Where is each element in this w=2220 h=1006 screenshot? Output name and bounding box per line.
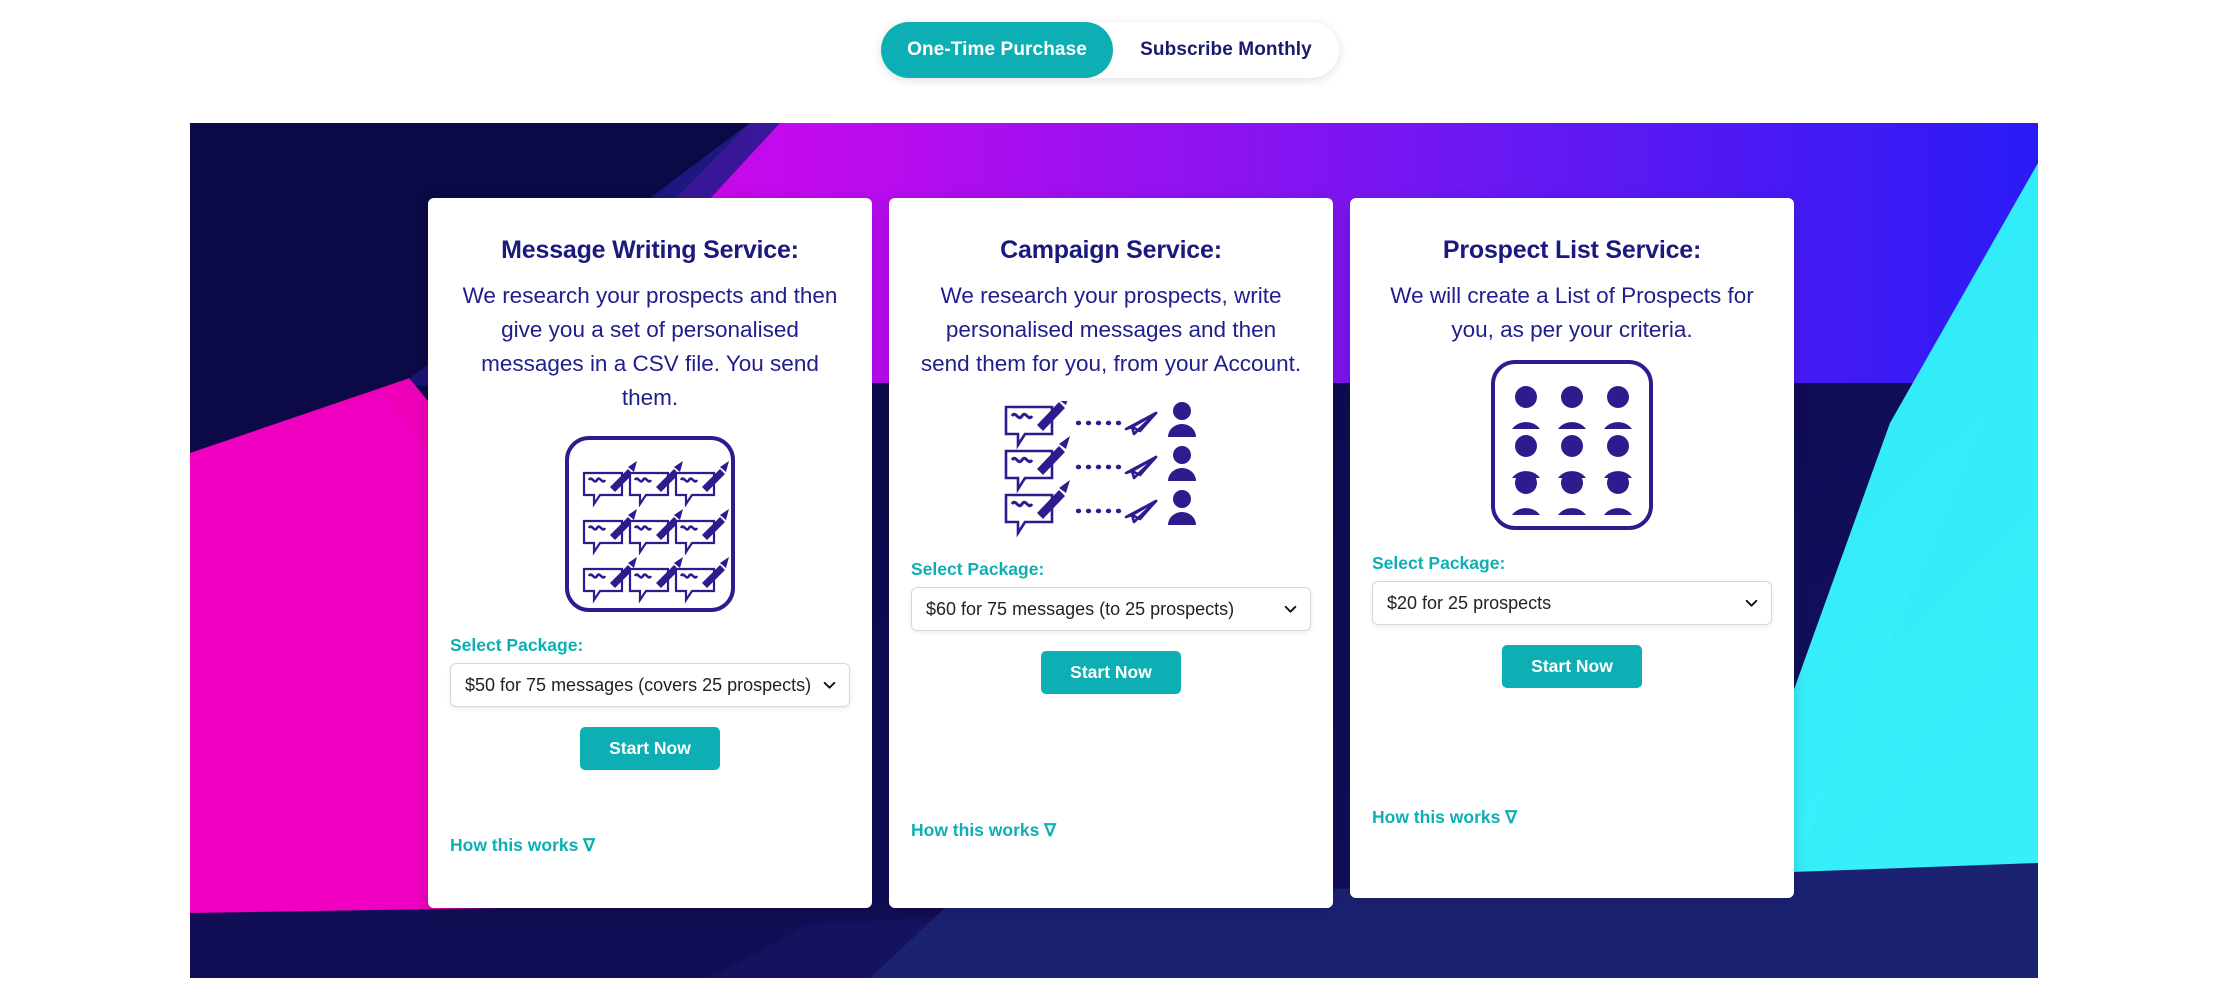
start-now-row: Start Now [450, 727, 850, 770]
card-description: We will create a List of Prospects for y… [1390, 283, 1754, 342]
card-title: Message Writing Service: [501, 236, 799, 264]
tab-subscribe-monthly[interactable]: Subscribe Monthly [1113, 22, 1339, 78]
card-message-writing-service: Message Writing Service: We research you… [428, 198, 872, 908]
card-prospect-list-service: Prospect List Service: We will create a … [1350, 198, 1794, 898]
package-field: Select Package: $20 for 25 prospects [1372, 553, 1772, 625]
card-description: We research your prospects, write person… [920, 283, 1302, 376]
select-package-label: Select Package: [911, 559, 1045, 579]
chevron-down-icon [1745, 599, 1758, 607]
message-grid-icon [450, 435, 850, 617]
chevron-down-icon [823, 681, 836, 689]
start-now-row: Start Now [1372, 645, 1772, 688]
package-select[interactable]: $20 for 25 prospects [1372, 581, 1772, 625]
card-title: Prospect List Service: [1442, 236, 1702, 264]
start-now-row: Start Now [911, 651, 1311, 694]
person-grid-icon [1372, 359, 1772, 535]
package-select[interactable]: $60 for 75 messages (to 25 prospects) [911, 587, 1311, 631]
package-field: Select Package: $50 for 75 messages (cov… [450, 635, 850, 707]
package-select[interactable]: $50 for 75 messages (covers 25 prospects… [450, 663, 850, 707]
package-select-value: $50 for 75 messages (covers 25 prospects… [465, 674, 812, 695]
how-this-works-link[interactable]: How this works ∇ [1372, 807, 1517, 828]
start-now-button[interactable]: Start Now [1502, 645, 1642, 688]
card-campaign-service: Campaign Service: We research your prosp… [889, 198, 1333, 908]
message-grid-icon-svg [565, 436, 735, 612]
message-send-person-icon-svg [1004, 401, 1196, 538]
tab-one-time-purchase[interactable]: One-Time Purchase [881, 22, 1113, 78]
start-now-button[interactable]: Start Now [580, 727, 720, 770]
package-field: Select Package: $60 for 75 messages (to … [911, 559, 1311, 631]
how-this-works-link[interactable]: How this works ∇ [911, 820, 1056, 841]
package-select-value: $60 for 75 messages (to 25 prospects) [926, 598, 1235, 619]
select-package-label: Select Package: [1372, 553, 1506, 573]
select-package-label: Select Package: [450, 635, 584, 655]
card-description: We research your prospects and then give… [462, 283, 838, 410]
message-send-person-icon [911, 401, 1311, 541]
how-this-works-link[interactable]: How this works ∇ [450, 835, 595, 856]
billing-mode-toggle[interactable]: One-Time Purchase Subscribe Monthly [881, 22, 1339, 78]
start-now-button[interactable]: Start Now [1041, 651, 1181, 694]
person-grid-icon-svg [1491, 360, 1653, 530]
card-title: Campaign Service: [1000, 236, 1222, 264]
package-select-value: $20 for 25 prospects [1387, 592, 1552, 613]
pricing-page: One-Time Purchase Subscribe Monthly Mess… [0, 0, 2220, 1006]
chevron-down-icon [1284, 605, 1297, 613]
